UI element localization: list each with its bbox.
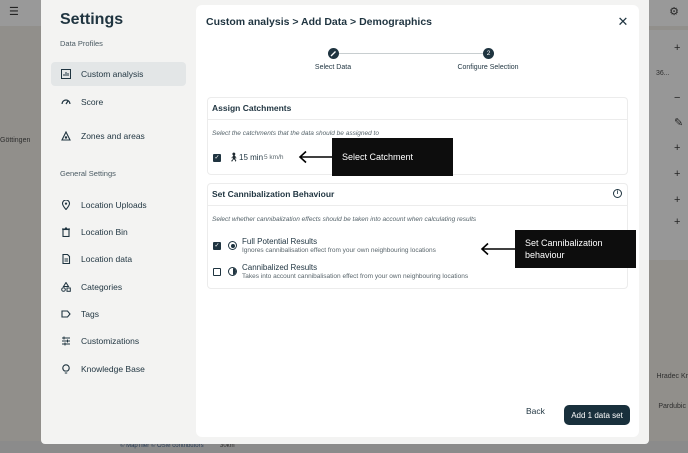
modal-content: Custom analysis > Add Data > Demographic… <box>196 5 639 437</box>
location-pin-icon <box>60 199 72 211</box>
sidebar-title: Settings <box>60 11 124 28</box>
sidebar-item-label: Score <box>81 97 104 107</box>
catchment-time: 15 min <box>239 153 264 162</box>
full-potential-checkbox[interactable]: ✓ <box>213 242 221 250</box>
document-icon <box>60 253 72 265</box>
sidebar-item-label: Categories <box>81 282 123 292</box>
sidebar-item-label: Location Bin <box>81 227 128 237</box>
tag-icon <box>60 308 72 320</box>
step-1-complete-icon <box>328 48 339 59</box>
divider <box>208 205 627 206</box>
cannibalization-description: Select whether cannibalization effects s… <box>212 216 477 223</box>
close-icon[interactable]: ✕ <box>616 15 630 29</box>
cannibalized-checkbox[interactable] <box>213 268 221 276</box>
settings-modal: Settings Data Profiles Custom analysis S… <box>41 0 649 444</box>
arrow-left-icon <box>480 242 515 256</box>
score-icon <box>60 96 72 108</box>
sidebar-item-label: Location data <box>81 254 133 264</box>
sidebar-item-location-data[interactable]: Location data <box>51 247 186 271</box>
sidebar-item-knowledge-base[interactable]: Knowledge Base <box>51 357 186 381</box>
lightbulb-icon <box>60 363 72 375</box>
stepper: Select Data 2 Configure Selection <box>286 47 556 77</box>
full-circle-icon <box>228 241 237 250</box>
sidebar-item-location-uploads[interactable]: Location Uploads <box>51 193 186 217</box>
sidebar-item-zones[interactable]: Zones and areas <box>51 124 186 148</box>
catchments-title: Assign Catchments <box>212 103 292 113</box>
cannibalized-sub: Takes into account cannibalisation effec… <box>242 273 469 280</box>
sidebar-item-location-bin[interactable]: Location Bin <box>51 220 186 244</box>
section-data-profiles: Data Profiles <box>60 39 103 48</box>
info-icon[interactable]: i <box>613 189 622 198</box>
back-button[interactable]: Back <box>526 406 545 416</box>
callout-select-catchment: Select Catchment <box>332 138 453 176</box>
step-1-label: Select Data <box>314 64 352 71</box>
sidebar-item-label: Knowledge Base <box>81 364 145 374</box>
sidebar-item-customizations[interactable]: Customizations <box>51 329 186 353</box>
sidebar-item-custom-analysis[interactable]: Custom analysis <box>51 62 186 86</box>
catchments-description: Select the catchments that the data shou… <box>212 130 379 137</box>
sidebar-item-label: Custom analysis <box>81 69 144 79</box>
chart-icon <box>60 68 72 80</box>
half-circle-icon <box>228 267 237 276</box>
arrow-left-icon <box>298 150 333 164</box>
catchment-speed: 5 km/h <box>264 154 284 161</box>
settings-sidebar: Settings Data Profiles Custom analysis S… <box>41 0 196 444</box>
callout-cannibalization: Set Cannibalization behaviour <box>515 230 636 268</box>
sidebar-item-label: Tags <box>81 309 99 319</box>
add-data-set-button[interactable]: Add 1 data set <box>564 405 630 425</box>
walking-icon: 🚶︎ <box>228 152 240 162</box>
sidebar-item-categories[interactable]: Categories <box>51 275 186 299</box>
stepper-line <box>333 53 489 54</box>
zones-icon <box>60 130 72 142</box>
section-general-settings: General Settings <box>60 169 116 178</box>
catchment-checkbox[interactable]: ✓ <box>213 154 221 162</box>
cannibalization-title: Set Cannibalization Behaviour <box>212 189 335 199</box>
breadcrumb: Custom analysis > Add Data > Demographic… <box>206 16 433 28</box>
sidebar-item-label: Zones and areas <box>81 131 145 141</box>
full-potential-label: Full Potential Results <box>242 237 318 246</box>
sidebar-item-label: Location Uploads <box>81 200 147 210</box>
step-2-indicator: 2 <box>483 48 494 59</box>
sidebar-item-label: Customizations <box>81 336 140 346</box>
categories-icon <box>60 281 72 293</box>
trash-icon <box>60 226 72 238</box>
step-2-label: Configure Selection <box>457 64 519 71</box>
sidebar-item-score[interactable]: Score <box>51 90 186 114</box>
cannibalized-label: Cannibalized Results <box>242 263 318 272</box>
full-potential-sub: Ignores cannibalisation effect from your… <box>242 247 436 254</box>
sliders-icon <box>60 335 72 347</box>
divider <box>208 119 627 120</box>
sidebar-item-tags[interactable]: Tags <box>51 302 186 326</box>
